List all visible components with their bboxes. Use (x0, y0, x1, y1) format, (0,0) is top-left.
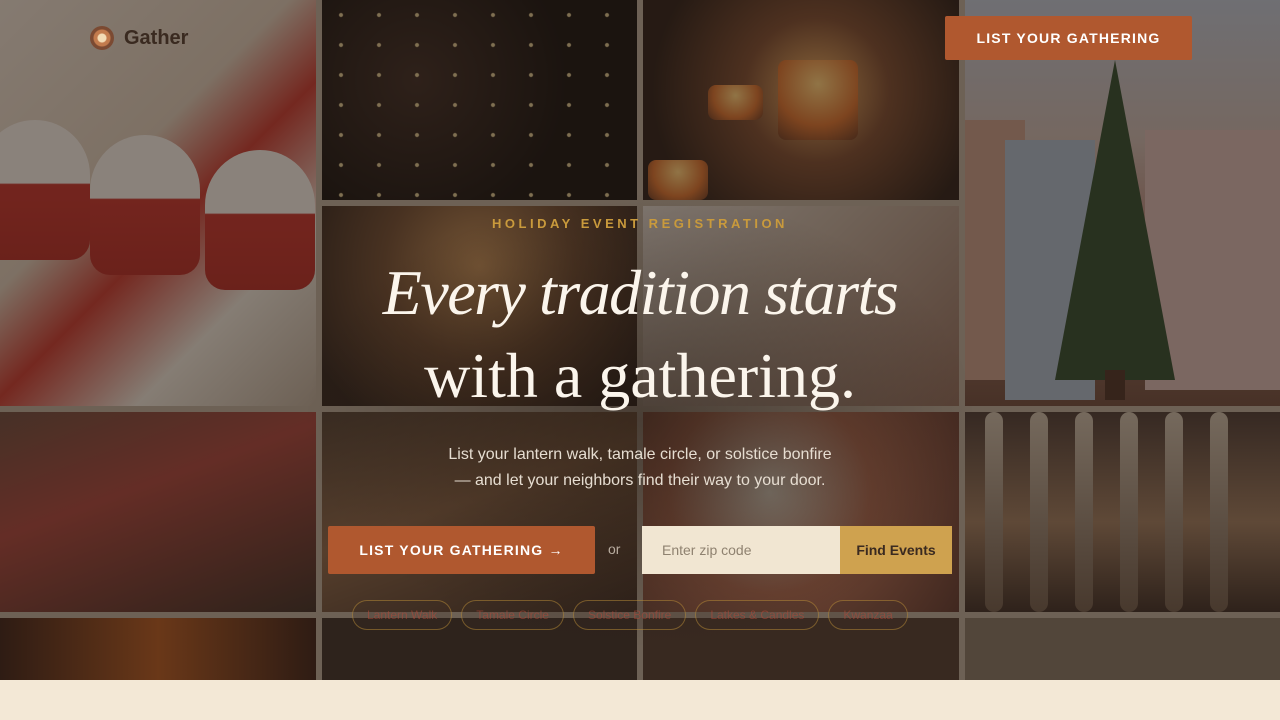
chip-latkes-candles[interactable]: Latkes & Candles (695, 600, 820, 630)
or-separator: or (608, 541, 621, 557)
zip-code-input[interactable] (642, 526, 840, 574)
headline-line-2: with a gathering. (424, 340, 856, 411)
subtitle-line-1: List your lantern walk, tamale circle, o… (448, 446, 832, 463)
chip-tamale-circle[interactable]: Tamale Circle (461, 600, 564, 630)
tradition-chips: Lantern Walk Tamale Circle Solstice Bonf… (352, 600, 908, 630)
hero-subtitle: List your lantern walk, tamale circle, o… (340, 442, 940, 494)
hero-eyebrow: HOLIDAY EVENT REGISTRATION (492, 216, 788, 231)
chip-kwanzaa[interactable]: Kwanzaa (828, 600, 908, 630)
chip-solstice-bonfire[interactable]: Solstice Bonfire (572, 600, 687, 630)
hero-headline: Every tradition starts with a gathering. (240, 256, 1040, 422)
headline-line-1: Every tradition starts (382, 257, 899, 328)
subtitle-line-2: — and let your neighbors find their way … (454, 472, 826, 489)
page-footer-band (0, 680, 1280, 720)
wreath-icon (90, 26, 114, 50)
brand-logo[interactable]: Gather (90, 26, 188, 50)
chip-lantern-walk[interactable]: Lantern Walk (352, 600, 453, 630)
hero-list-gathering-button[interactable]: LIST YOUR GATHERING → (328, 526, 595, 574)
find-events-button[interactable]: Find Events (840, 526, 952, 574)
nav-list-gathering-button[interactable]: LIST YOUR GATHERING (945, 16, 1192, 60)
brand-name: Gather (124, 26, 189, 49)
